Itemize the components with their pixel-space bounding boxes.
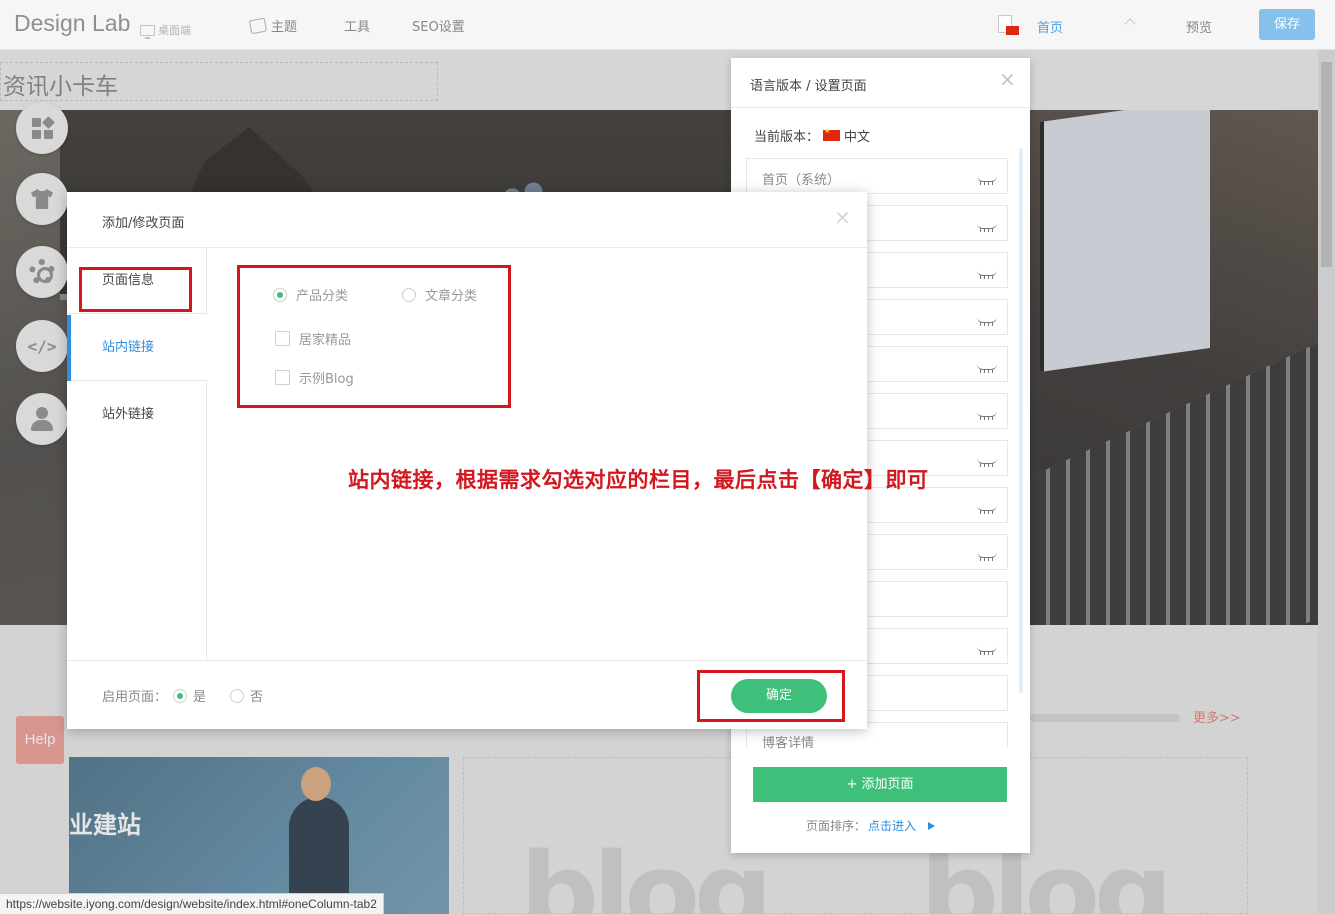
add-page-button[interactable]: + 添加页面	[753, 767, 1007, 802]
highlight-box	[697, 670, 845, 722]
page-row-label: 首页（系统）	[762, 173, 841, 188]
eye-closed-icon[interactable]	[977, 223, 997, 232]
preview-button[interactable]: 预览	[1186, 17, 1212, 36]
radio-enable-yes[interactable]	[173, 688, 188, 703]
china-flag-icon	[823, 127, 841, 141]
status-bar-url: https://website.iyong.com/design/website…	[0, 893, 384, 914]
page-sort-link[interactable]: 点击进入	[868, 817, 916, 834]
eye-closed-icon[interactable]	[977, 505, 997, 514]
eye-closed-icon[interactable]	[977, 411, 997, 420]
eye-closed-icon[interactable]	[977, 317, 997, 326]
panel-scrollbar[interactable]	[1019, 148, 1023, 693]
page-edit-modal: 添加/修改页面 × 页面信息 站内链接 站外链接 产品分类 文章分类 居家精品 …	[67, 192, 928, 729]
highlight-box	[237, 265, 511, 408]
enable-label: 启用页面：	[102, 690, 168, 705]
nav-theme[interactable]: 主题	[248, 16, 298, 35]
eye-closed-icon[interactable]	[977, 364, 997, 373]
device-switch[interactable]: 桌面端	[140, 22, 191, 39]
monitor-icon	[140, 24, 155, 39]
current-version-label: 当前版本：	[754, 130, 820, 145]
page-sort-label: 页面排序：	[806, 819, 867, 833]
shirt-outline-icon	[248, 17, 268, 34]
page-row-label: 博客详情	[762, 736, 815, 751]
divider	[67, 660, 867, 661]
nav-tools-label: 工具	[344, 20, 371, 35]
nav-tools[interactable]: 工具	[344, 16, 370, 35]
highlight-box	[79, 267, 192, 312]
divider	[731, 107, 1030, 108]
tab-external-link[interactable]: 站外链接	[67, 382, 207, 448]
nav-seo-label: SEO设置	[412, 20, 465, 35]
save-button[interactable]: 保存	[1259, 9, 1315, 40]
eye-closed-icon[interactable]	[977, 552, 997, 561]
close-icon[interactable]: ×	[999, 69, 1016, 89]
page-row[interactable]: 首页（系统）	[746, 158, 1008, 194]
enable-page: 启用页面： 是 否	[102, 686, 263, 705]
enable-no-label: 否	[250, 690, 264, 705]
annotation-text: 站内链接，根据需求勾选对应的栏目，最后点击【确定】即可	[348, 467, 929, 492]
device-label: 桌面端	[158, 24, 191, 37]
current-page-select[interactable]: 首页	[1037, 17, 1063, 36]
chevron-up-icon[interactable]	[1124, 18, 1136, 30]
nav-seo[interactable]: SEO设置	[412, 16, 465, 35]
eye-closed-icon[interactable]	[977, 176, 997, 185]
tab-internal-link[interactable]: 站内链接	[67, 315, 207, 381]
radio-enable-no[interactable]	[230, 688, 245, 703]
panel-title: 语言版本 / 设置页面	[750, 79, 867, 94]
close-icon[interactable]: ×	[834, 207, 851, 227]
eye-closed-icon[interactable]	[977, 458, 997, 467]
page-sort: 页面排序： 点击进入	[806, 817, 936, 834]
modal-title: 添加/修改页面	[102, 216, 185, 231]
brand-logo: Design Lab	[14, 10, 131, 36]
china-flag-icon	[1006, 26, 1019, 35]
nav-theme-label: 主题	[271, 20, 298, 35]
current-version: 当前版本： 中文	[754, 126, 870, 145]
eye-closed-icon[interactable]	[977, 646, 997, 655]
top-toolbar: Design Lab 桌面端 主题 工具 SEO设置 首页 预览 保存	[0, 0, 1335, 50]
current-version-value: 中文	[844, 130, 871, 145]
play-arrow-icon[interactable]	[928, 821, 936, 830]
enable-yes-label: 是	[193, 690, 207, 705]
eye-closed-icon[interactable]	[977, 270, 997, 279]
